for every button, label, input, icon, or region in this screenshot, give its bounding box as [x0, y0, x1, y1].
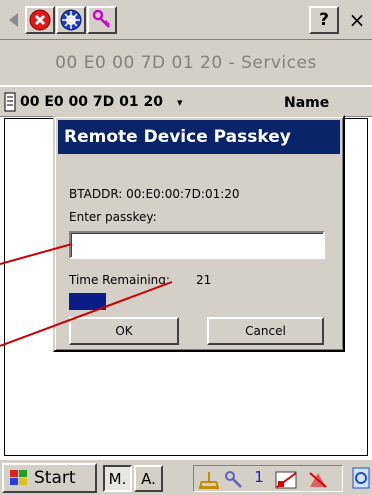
desktop-icon[interactable]: [352, 466, 370, 490]
signal-icon[interactable]: [274, 469, 300, 491]
annotation-lines: [0, 243, 173, 347]
start-button[interactable]: Start: [2, 463, 97, 493]
system-tray: 1: [193, 465, 343, 492]
tray-number[interactable]: 1: [249, 468, 269, 490]
network-icon[interactable]: [198, 470, 220, 490]
task-button-2[interactable]: A.: [134, 465, 163, 492]
taskbar: Start M. A. 1: [0, 458, 372, 495]
tool-icon[interactable]: [224, 470, 244, 490]
task-button-1[interactable]: M.: [103, 465, 132, 492]
windows-logo-icon: [10, 470, 27, 485]
annotation-line-timer: [0, 281, 173, 347]
annotation-line-input: [0, 243, 73, 265]
start-label: Start: [34, 468, 76, 488]
bluetooth-tray-icon[interactable]: [306, 469, 330, 491]
